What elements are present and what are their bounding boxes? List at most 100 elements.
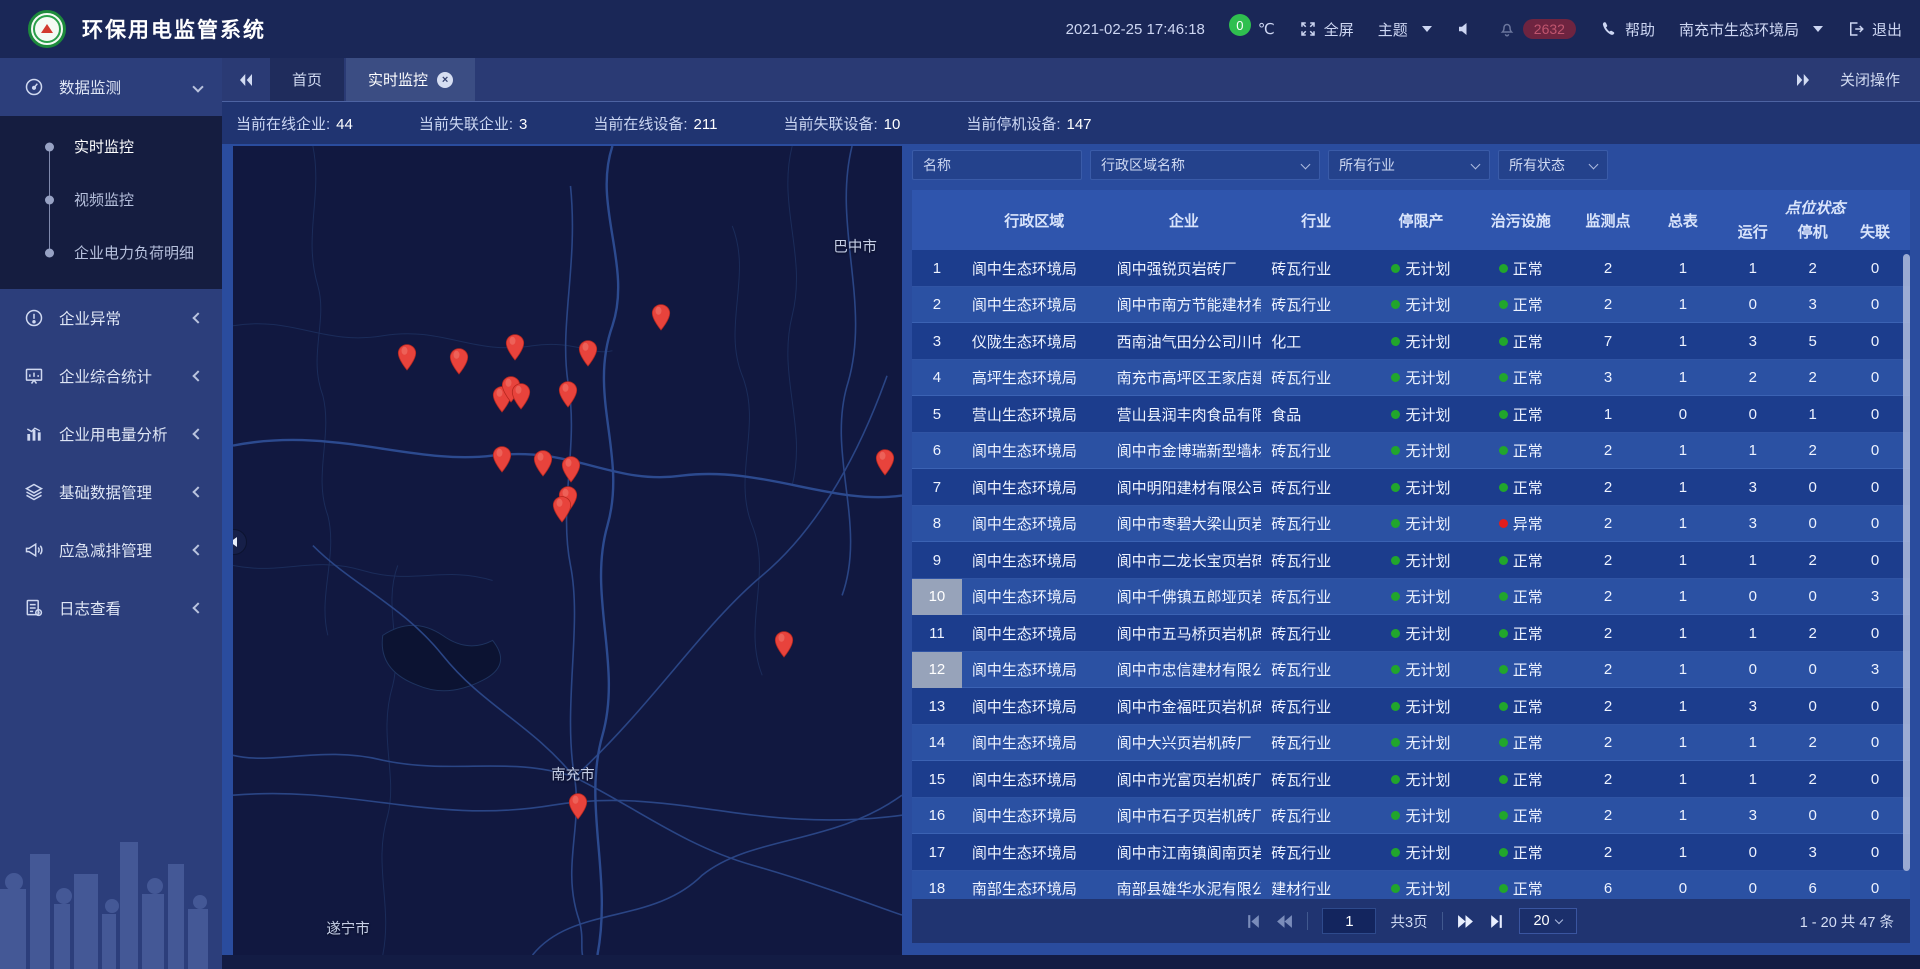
double-chevron-right-icon[interactable] (1794, 71, 1812, 89)
theme-dropdown[interactable]: 主题 (1378, 19, 1432, 40)
cell-run: 0 (1720, 652, 1785, 689)
sidebar-subitem[interactable]: 视频监控 (0, 173, 222, 226)
tab-2[interactable]: 实时监控× (346, 58, 475, 101)
table-header: 行政区域 企业 行业 停限产 治污设施 监测点 总表 点位状态 运行 停机 失联 (912, 190, 1910, 250)
sidebar-item-6[interactable]: 应急减排管理 (0, 521, 222, 579)
row-number: 16 (912, 798, 962, 835)
sidebar-subitem[interactable]: 企业电力负荷明细 (0, 226, 222, 279)
fullscreen-button[interactable]: 全屏 (1299, 19, 1354, 40)
map-pin[interactable] (492, 446, 511, 473)
fast-prev-button[interactable] (1276, 913, 1293, 930)
sidebar-item-1[interactable]: 数据监测 (0, 58, 222, 116)
map-panel[interactable]: 巴中市南充市遂宁市 (233, 146, 902, 955)
cell-facility: 正常 (1471, 725, 1571, 762)
cell-region: 阆中生态环境局 (962, 725, 1107, 762)
cell-meters: 1 (1645, 433, 1720, 470)
map-pin[interactable] (506, 334, 525, 361)
sidebar-item-7[interactable]: 日志查看 (0, 579, 222, 637)
table-row[interactable]: 10阆中生态环境局阆中千佛镇五郎垭页岩砖瓦行业无计划正常21003 (912, 579, 1910, 616)
city-label: 遂宁市 (326, 918, 370, 939)
sidebar-item-5[interactable]: 基础数据管理 (0, 463, 222, 521)
cell-region: 阆中生态环境局 (962, 834, 1107, 871)
table-row[interactable]: 18南部生态环境局南部县雄华水泥有限公建材行业无计划正常60060 (912, 871, 1910, 900)
map-pin[interactable] (533, 450, 552, 477)
map-pin[interactable] (559, 381, 578, 408)
map-roads (233, 146, 902, 955)
table-row[interactable]: 8阆中生态环境局阆中市枣碧大梁山页岩砖瓦行业无计划异常21300 (912, 506, 1910, 543)
stat-label: 当前在线设备: (593, 116, 687, 133)
table-scrollbar[interactable] (1903, 254, 1910, 871)
stat-item: 当前停机设备:147 (966, 113, 1091, 134)
table-row[interactable]: 17阆中生态环境局阆中市江南镇阆南页岩砖瓦行业无计划正常21030 (912, 834, 1910, 871)
first-page-button[interactable] (1245, 913, 1262, 930)
map-pin[interactable] (875, 449, 894, 476)
table-row[interactable]: 7阆中生态环境局阆中明阳建材有限公司砖瓦行业无计划正常21300 (912, 469, 1910, 506)
tabs-scroll-left-button[interactable] (222, 58, 270, 101)
industry-select[interactable]: 所有行业 (1328, 150, 1490, 180)
sidebar-subitem[interactable]: 实时监控 (0, 120, 222, 173)
map-pin[interactable] (578, 340, 597, 367)
status-dot-green (1391, 556, 1400, 565)
page-size-select[interactable]: 20 (1519, 908, 1577, 934)
table-row[interactable]: 12阆中生态环境局阆中市忠信建材有限公砖瓦行业无计划正常21003 (912, 652, 1910, 689)
cell-run: 3 (1720, 469, 1785, 506)
table-row[interactable]: 16阆中生态环境局阆中市石子页岩机砖厂砖瓦行业无计划正常21300 (912, 798, 1910, 835)
cell-industry: 砖瓦行业 (1261, 652, 1371, 689)
name-search-input[interactable] (912, 150, 1082, 180)
table-row[interactable]: 14阆中生态环境局阆中大兴页岩机砖厂砖瓦行业无计划正常21120 (912, 725, 1910, 762)
map-pin[interactable] (397, 343, 416, 370)
logout-button[interactable]: 退出 (1847, 19, 1902, 40)
region-select[interactable]: 行政区域名称 (1090, 150, 1320, 180)
sidebar-item-4[interactable]: 企业用电量分析 (0, 405, 222, 463)
table-row[interactable]: 1阆中生态环境局阆中强锐页岩砖厂砖瓦行业无计划正常21120 (912, 250, 1910, 287)
status-dot-green (1391, 775, 1400, 784)
cell-limit: 无计划 (1371, 323, 1471, 360)
map-pin[interactable] (511, 383, 530, 410)
enterprise-panel: 行政区域名称 所有行业 所有状态 行政区域 企业 行业 停限产 治污设施 (912, 146, 1910, 955)
map-pin[interactable] (553, 495, 572, 522)
map-pin[interactable] (652, 304, 671, 331)
help-button[interactable]: 帮助 (1600, 19, 1655, 40)
cell-company: 阆中市忠信建材有限公 (1107, 652, 1262, 689)
fast-next-button[interactable] (1457, 913, 1474, 930)
table-row[interactable]: 9阆中生态环境局阆中市二龙长宝页岩砖砖瓦行业无计划正常21120 (912, 542, 1910, 579)
page-number-input[interactable] (1322, 908, 1376, 934)
table-row[interactable]: 11阆中生态环境局阆中市五马桥页岩机砖砖瓦行业无计划正常21120 (912, 615, 1910, 652)
cell-region: 阆中生态环境局 (962, 542, 1107, 579)
cell-lost: 0 (1840, 250, 1910, 287)
org-dropdown[interactable]: 南充市生态环境局 (1679, 19, 1823, 40)
temperature-unit: ℃ (1258, 20, 1275, 38)
city-skyline-decoration (0, 794, 222, 969)
table-row[interactable]: 4高坪生态环境局南充市高坪区王家店建砖瓦行业无计划正常31220 (912, 360, 1910, 397)
mute-button[interactable] (1456, 20, 1474, 38)
close-operations-button[interactable]: 关闭操作 (1840, 69, 1900, 90)
sidebar-item-3[interactable]: 企业综合统计 (0, 347, 222, 405)
table-row[interactable]: 13阆中生态环境局阆中市金福旺页岩机砖砖瓦行业无计划正常21300 (912, 688, 1910, 725)
table-row[interactable]: 2阆中生态环境局阆中市南方节能建材有砖瓦行业无计划正常21030 (912, 287, 1910, 324)
map-pin[interactable] (561, 456, 580, 483)
cell-meters: 1 (1645, 469, 1720, 506)
cell-stop: 2 (1785, 250, 1840, 287)
status-select[interactable]: 所有状态 (1498, 150, 1608, 180)
table-row[interactable]: 3仪陇生态环境局西南油气田分公司川中化工无计划正常71350 (912, 323, 1910, 360)
cell-lost: 0 (1840, 469, 1910, 506)
map-pin[interactable] (450, 348, 469, 375)
close-icon[interactable]: × (437, 72, 453, 88)
cell-region: 阆中生态环境局 (962, 433, 1107, 470)
map-pin[interactable] (774, 631, 793, 658)
table-row[interactable]: 5营山生态环境局营山县润丰肉食品有限食品无计划正常10010 (912, 396, 1910, 433)
cell-region: 阆中生态环境局 (962, 615, 1107, 652)
tab-1[interactable]: 首页 (270, 58, 344, 101)
last-page-button[interactable] (1488, 913, 1505, 930)
cell-stop: 3 (1785, 287, 1840, 324)
table-row[interactable]: 6阆中生态环境局阆中市金博瑞新型墙材砖瓦行业无计划正常21120 (912, 433, 1910, 470)
cell-run: 1 (1720, 615, 1785, 652)
notifications[interactable]: 2632 (1498, 19, 1576, 39)
cell-lost: 0 (1840, 834, 1910, 871)
cell-industry: 砖瓦行业 (1261, 287, 1371, 324)
status-dot-green (1499, 410, 1508, 419)
table-row[interactable]: 15阆中生态环境局阆中市光富页岩机砖厂砖瓦行业无计划正常21120 (912, 761, 1910, 798)
map-pin[interactable] (569, 792, 588, 819)
sidebar-item-2[interactable]: 企业异常 (0, 289, 222, 347)
cell-meters: 1 (1645, 615, 1720, 652)
